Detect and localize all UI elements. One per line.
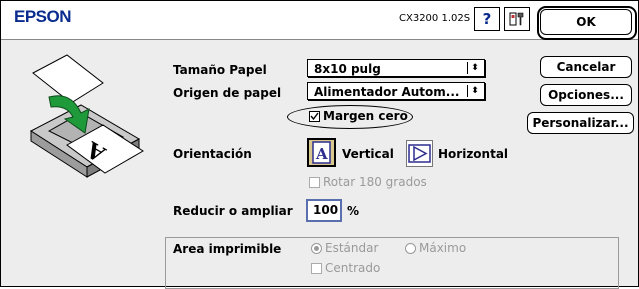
paper-size-label: Tamaño Papel xyxy=(173,63,267,77)
checkmark-icon xyxy=(310,112,319,121)
maximum-label: Máximo xyxy=(419,241,467,255)
paper-source-value: Alimentador Autom... xyxy=(314,85,460,99)
rotate-180-label: Rotar 180 grados xyxy=(323,175,427,189)
scale-label: Reducir o ampliar xyxy=(173,204,293,218)
popup-arrows-icon: ⬍ xyxy=(467,62,482,74)
cancel-button[interactable]: Cancelar xyxy=(540,56,632,78)
help-icon: ? xyxy=(482,10,492,28)
centered-checkbox[interactable] xyxy=(311,263,322,274)
brand-logo: EPSON xyxy=(14,7,72,26)
orientation-label: Orientación xyxy=(173,147,252,161)
paper-source-label: Origen de papel xyxy=(173,86,282,100)
zero-margin-checkbox[interactable] xyxy=(309,111,320,122)
tools-icon xyxy=(509,12,524,26)
landscape-label[interactable]: Horizontal xyxy=(438,147,508,161)
paper-size-value: 8x10 pulg xyxy=(314,62,381,76)
zero-margin-label: Margen cero xyxy=(323,109,408,123)
landscape-orientation-icon xyxy=(408,144,431,163)
maximum-radio[interactable] xyxy=(405,243,416,254)
svg-text:A: A xyxy=(315,145,328,163)
rotate-180-checkbox[interactable] xyxy=(309,177,320,188)
paper-source-popup[interactable]: Alimentador Autom... ⬍ xyxy=(307,82,485,100)
help-button[interactable]: ? xyxy=(474,7,500,31)
page-setup-dialog: EPSON CX3200 1.02S ? OK Cancelar Opcione… xyxy=(0,0,639,289)
paper-size-popup[interactable]: 8x10 pulg ⬍ xyxy=(307,59,485,77)
landscape-orientation-button[interactable] xyxy=(406,140,433,167)
customize-button[interactable]: Personalizar... xyxy=(527,112,634,134)
centered-label: Centrado xyxy=(325,261,381,275)
options-button[interactable]: Opciones... xyxy=(540,84,632,106)
utility-button[interactable] xyxy=(504,7,530,31)
portrait-orientation-icon: A xyxy=(312,141,331,164)
scale-value: 100 xyxy=(313,203,339,217)
scale-unit: % xyxy=(347,204,360,218)
standard-label: Estándar xyxy=(325,241,379,255)
popup-arrows-icon: ⬍ xyxy=(467,85,482,97)
model-version: CX3200 1.02S xyxy=(399,13,471,24)
standard-radio[interactable] xyxy=(311,243,322,254)
printable-area-label: Area imprimible xyxy=(173,242,282,256)
scale-input[interactable]: 100 xyxy=(306,199,342,222)
ok-button[interactable]: OK xyxy=(540,9,632,35)
portrait-orientation-button[interactable]: A xyxy=(307,138,336,167)
printer-illustration-icon: A xyxy=(30,54,144,178)
portrait-label[interactable]: Vertical xyxy=(342,147,394,161)
